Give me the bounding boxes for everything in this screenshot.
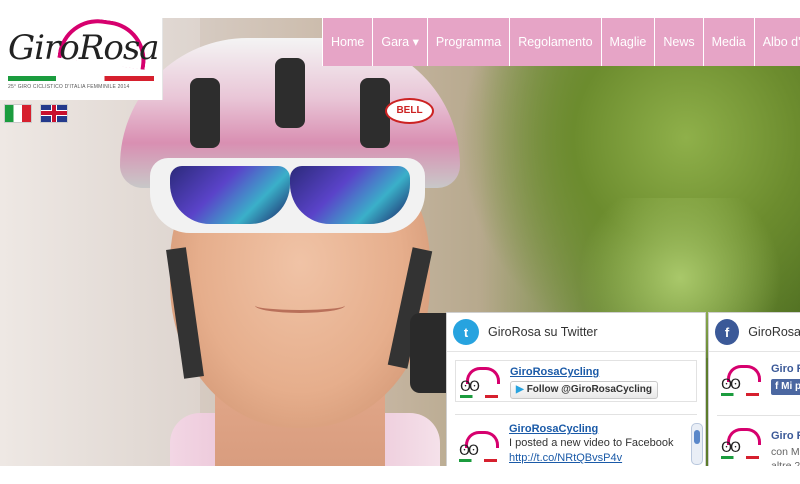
facebook-like-button[interactable]: f Mi p: [771, 379, 800, 395]
sunglasses-lens-right: [290, 166, 410, 224]
nav-item-regolamento[interactable]: Regolamento: [509, 18, 601, 66]
facebook-widget-header: f GiroRosa: [709, 313, 800, 352]
helmet-vent: [275, 58, 305, 128]
twitter-bird-icon: ▶: [516, 384, 524, 395]
language-switcher: [4, 104, 72, 123]
nav-item-home[interactable]: Home: [322, 18, 373, 66]
page-bottom-margin: [0, 466, 800, 484]
facebook-page-link[interactable]: Giro Ro: [771, 363, 800, 375]
helmet-brand-logo: BELL: [385, 98, 434, 124]
twitter-profile-card: ʘʘ GiroRosaCycling ▶ Follow @GiroRosaCycl…: [455, 360, 697, 402]
site-logo[interactable]: GiroRosa 25° GIRO CICLISTICO D'ITALIA FE…: [0, 14, 163, 100]
sunglasses-lens-left: [170, 166, 290, 224]
twitter-widget-title: GiroRosa su Twitter: [488, 325, 598, 339]
facebook-widget-title: GiroRosa: [748, 325, 800, 339]
giro-rosa-avatar: ʘʘ: [719, 426, 761, 460]
tweet-item: ʘʘ GiroRosaCycling I posted a new video …: [455, 414, 697, 467]
logo-tagline: 25° GIRO CICLISTICO D'ITALIA FEMMINILE 2…: [8, 84, 130, 90]
follow-button-label: Follow @GiroRosaCycling: [526, 384, 653, 395]
logo-wordmark: GiroRosa: [8, 28, 160, 68]
uk-flag-icon[interactable]: [40, 104, 69, 123]
helmet-vent: [190, 78, 220, 148]
nav-item-media[interactable]: Media: [702, 18, 754, 66]
nav-item-albo-doro[interactable]: Albo d'oro: [753, 18, 800, 66]
twitter-follow-button[interactable]: ▶ Follow @GiroRosaCycling: [510, 381, 659, 399]
facebook-page-card: ʘʘ Giro Ro f Mi p: [717, 359, 800, 399]
hero-smile: [255, 298, 345, 313]
nav-item-gara[interactable]: Gara ▾: [372, 18, 427, 66]
giro-rosa-avatar: ʘʘ: [457, 429, 499, 463]
tweet-link[interactable]: http://t.co/NRtQBvsP4v: [509, 452, 622, 464]
nav-item-news[interactable]: News: [654, 18, 703, 66]
facebook-icon: f: [715, 319, 740, 345]
twitter-widget-scrollbar[interactable]: [691, 423, 703, 465]
facebook-widget: f GiroRosa ʘʘ Giro Ro f Mi p ʘʘ Giro R c…: [708, 312, 800, 468]
facebook-post-author[interactable]: Giro R: [771, 430, 800, 442]
nav-item-programma[interactable]: Programma: [426, 18, 510, 66]
giro-rosa-avatar: ʘʘ: [458, 365, 500, 399]
nav-item-maglie[interactable]: Maglie: [600, 18, 655, 66]
twitter-widget: t GiroRosa su Twitter ʘʘ GiroRosaCycling…: [446, 312, 706, 468]
tweet-author-link[interactable]: GiroRosaCycling: [509, 423, 598, 435]
twitter-widget-header: t GiroRosa su Twitter: [447, 313, 705, 352]
italy-flag-icon[interactable]: [4, 104, 32, 123]
hero-sunglasses: [150, 158, 425, 233]
facebook-post-line-1: con M: [771, 446, 800, 458]
facebook-post: ʘʘ Giro R con M altre 2: [717, 415, 800, 467]
main-nav: Home Gara ▾ Programma Regolamento Maglie…: [322, 18, 800, 66]
twitter-bird-icon: t: [453, 319, 479, 345]
page-top-margin: [0, 0, 800, 18]
giro-rosa-avatar: ʘʘ: [719, 363, 761, 397]
tweet-text: I posted a new video to Facebook: [509, 437, 674, 449]
logo-tricolor-bar: [8, 76, 154, 81]
twitter-account-link[interactable]: GiroRosaCycling: [510, 366, 599, 378]
like-button-label: Mi p: [781, 381, 800, 392]
